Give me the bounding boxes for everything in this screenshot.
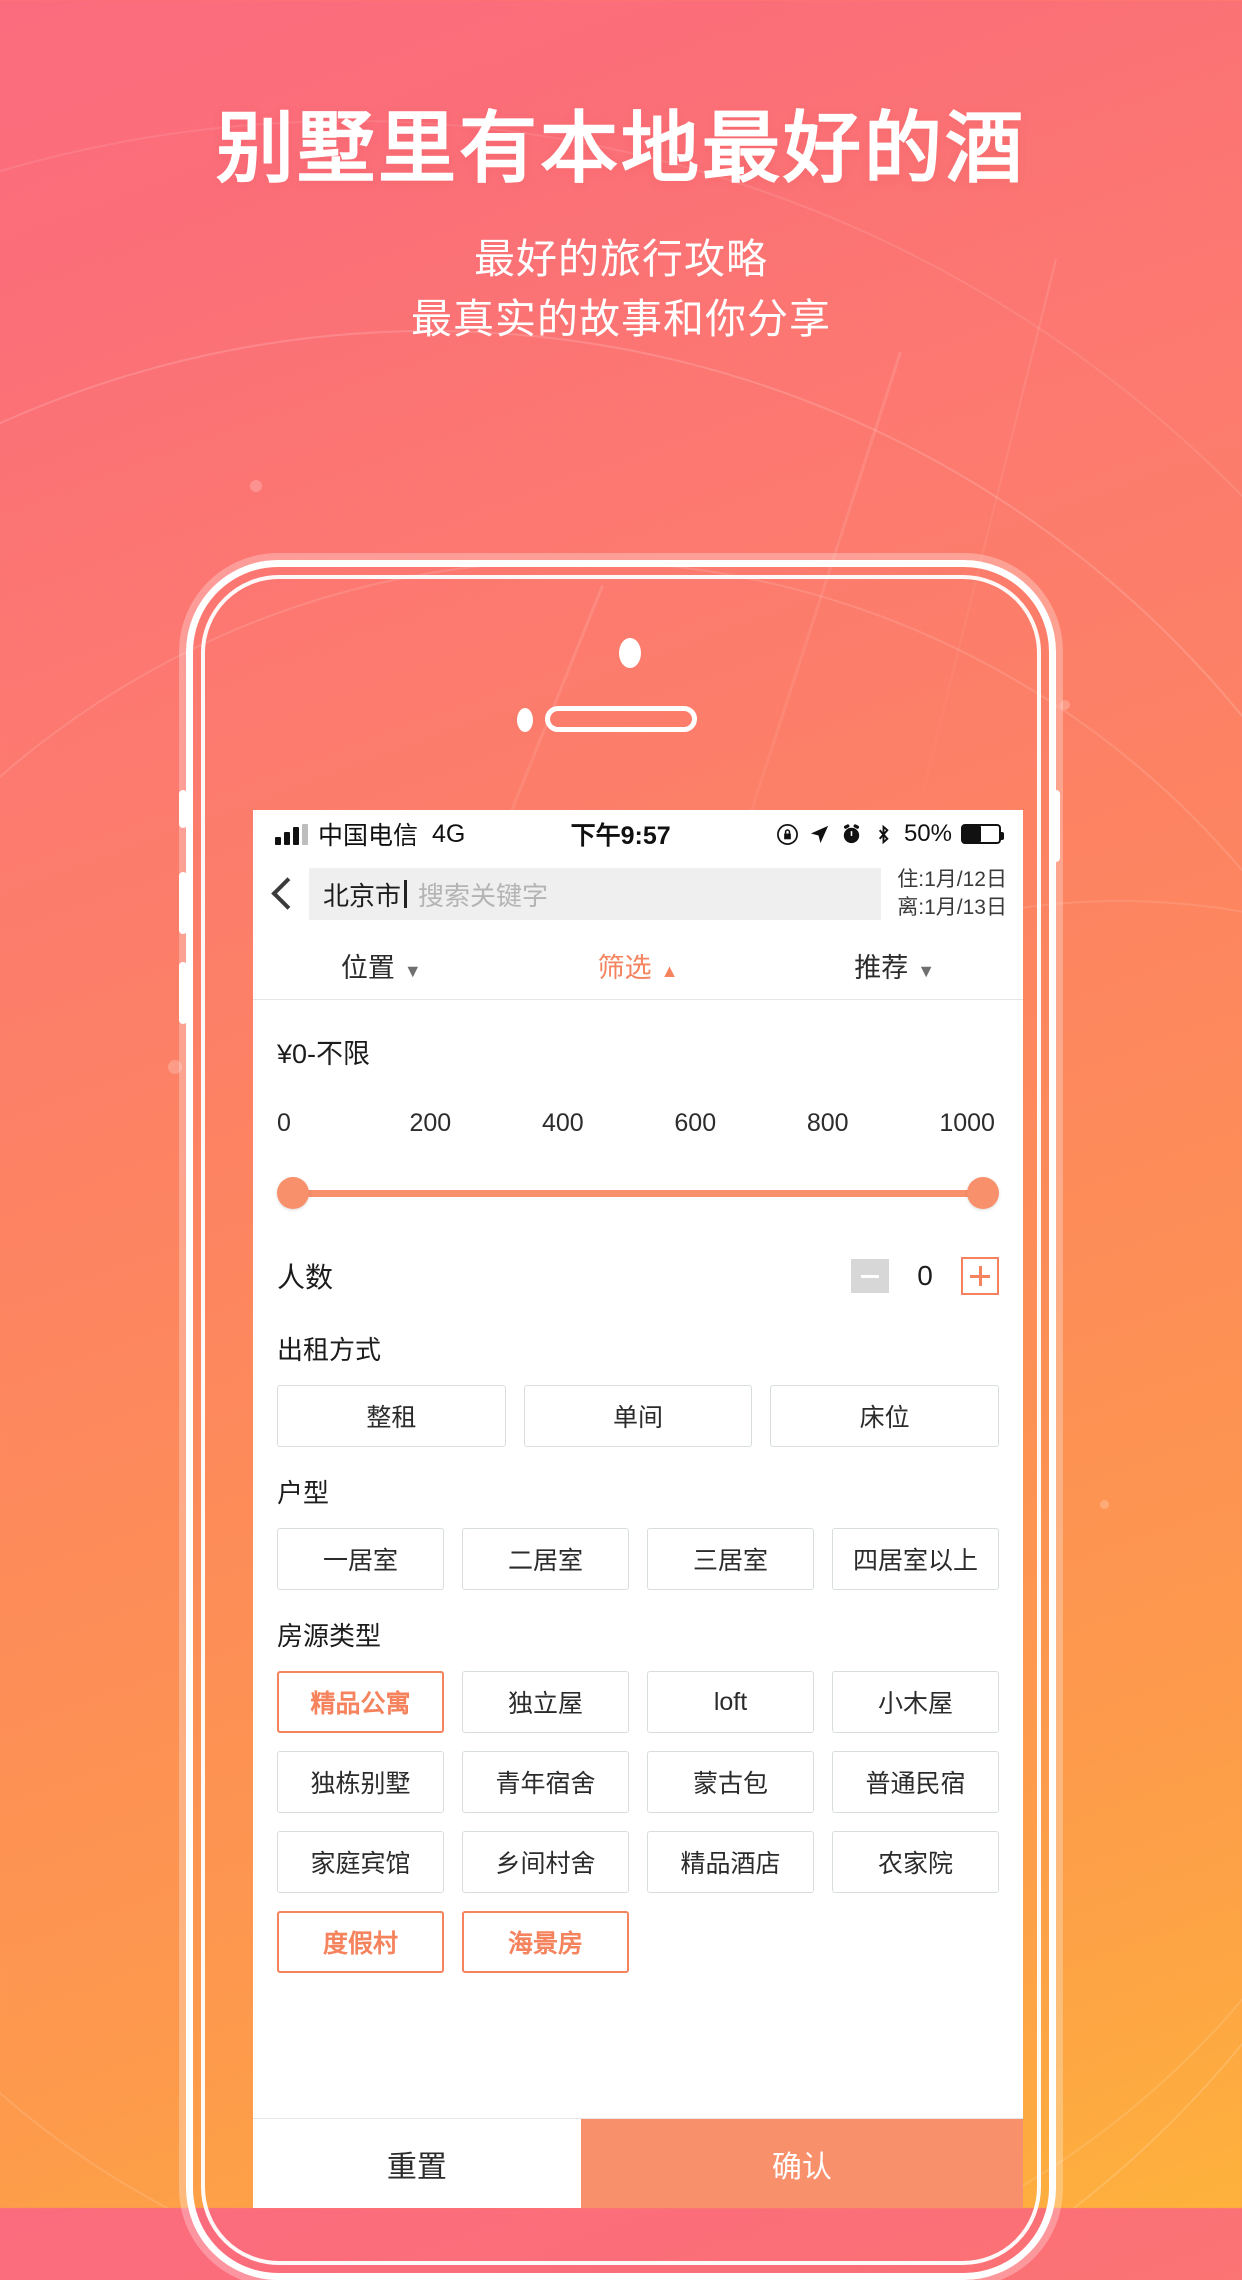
chip-option[interactable]: 海景房 [462,1911,629,1974]
bluetooth-icon [872,823,895,846]
front-camera-icon [619,638,641,668]
hero-text-block: 别墅里有本地最好的酒 最好的旅行攻略 最真实的故事和你分享 [0,104,1242,350]
chip-option[interactable]: 小木屋 [832,1671,999,1734]
battery-percent: 50% [903,820,952,847]
price-tick: 400 [541,1109,584,1138]
price-tick: 1000 [939,1109,995,1138]
plus-icon[interactable] [961,1257,999,1296]
guest-count-label: 人数 [277,1262,334,1294]
price-scale-ticks: 0 200 400 600 800 1000 [277,1109,999,1138]
chip-option[interactable]: 普通民宿 [832,1751,999,1814]
price-tick: 0 [277,1109,291,1138]
search-placeholder: 搜索关键字 [418,880,549,911]
chevron-down-icon: ▼ [917,961,936,982]
power-button [1052,790,1060,862]
reset-button[interactable]: 重置 [253,2119,581,2208]
chip-option[interactable]: 度假村 [277,1911,444,1974]
chip-option[interactable]: 精品酒店 [647,1831,814,1894]
carrier-name: 中国电信 [318,822,419,850]
chip-group-property-type: 精品公寓 独立屋 loft 小木屋 独栋别墅 青年宿舍 蒙古包 普通民宿 家庭宾… [277,1671,999,1974]
tab-location[interactable]: 位置 ▼ [253,946,510,985]
chip-option[interactable]: 青年宿舍 [462,1751,629,1814]
decorative-dot [250,480,262,492]
chip-option[interactable]: 三居室 [647,1528,814,1591]
back-chevron-icon[interactable] [263,872,303,916]
hero-headline: 别墅里有本地最好的酒 [215,104,1026,192]
chip-option[interactable]: 一居室 [277,1528,444,1591]
section-title-rental-type: 出租方式 [277,1335,382,1366]
chip-option[interactable]: 乡间村舍 [462,1831,629,1894]
network-type: 4G [432,819,466,848]
proximity-sensor-icon [517,708,533,732]
text-caret [404,880,408,909]
action-bar: 重置 确认 [253,2118,1023,2208]
chip-group-rental-type: 整租 单间 床位 [277,1385,999,1448]
hero-subtitle-line-2: 最真实的故事和你分享 [411,296,831,343]
chip-option[interactable]: loft [647,1671,814,1734]
status-bar-left: 中国电信 4G [275,816,465,852]
chip-option[interactable]: 独栋别墅 [277,1751,444,1814]
guest-count-row: 人数 0 [277,1256,999,1304]
filter-panel: ¥0-不限 0 200 400 600 800 1000 人数 0 出租方式 整… [253,1000,1023,2208]
app-screen: 中国电信 4G 下午9:57 50% 北京市 搜索关键字 住:1月/12日 离:… [253,810,1023,2208]
location-arrow-icon [808,823,831,846]
price-tick: 200 [409,1109,452,1138]
search-city-value: 北京市 [323,880,402,911]
checkin-date: 住:1月/12日 [897,868,1007,891]
tab-recommend-label: 推荐 [854,953,909,984]
status-bar-time: 下午9:57 [570,822,671,850]
slider-track [291,1189,985,1197]
price-range-slider[interactable] [277,1170,999,1216]
chevron-down-icon: ▼ [403,961,422,982]
alarm-clock-icon [840,823,863,846]
decorative-dot [1060,700,1070,710]
price-range-label: ¥0-不限 [277,1039,371,1070]
status-bar-right: 50% [776,820,1004,848]
guest-count-value: 0 [917,1260,933,1292]
decorative-dot [168,1060,182,1074]
tab-recommend[interactable]: 推荐 ▼ [766,946,1023,985]
tab-filter-label: 筛选 [597,953,652,984]
chevron-up-icon: ▲ [660,961,679,982]
chip-option[interactable]: 整租 [277,1385,506,1448]
chip-option[interactable]: 单间 [523,1385,753,1448]
signal-bars-icon [275,823,308,845]
date-range[interactable]: 住:1月/12日 离:1月/13日 [887,866,1007,922]
chip-option[interactable]: 四居室以上 [832,1528,999,1591]
hero-subtitle: 最好的旅行攻略 最真实的故事和你分享 [0,230,1242,350]
confirm-button[interactable]: 确认 [580,2119,1023,2208]
chip-option[interactable]: 床位 [770,1385,999,1448]
volume-down-button [179,962,187,1024]
price-tick: 600 [674,1109,717,1138]
chip-option[interactable]: 独立屋 [462,1671,629,1734]
chip-option[interactable]: 蒙古包 [647,1751,814,1814]
chip-option[interactable]: 家庭宾馆 [277,1831,444,1894]
volume-up-button [179,872,187,934]
section-title-layout: 户型 [277,1478,330,1509]
chip-option[interactable]: 农家院 [832,1831,999,1894]
chip-option[interactable]: 精品公寓 [277,1671,444,1734]
rotation-lock-icon [776,823,799,846]
filter-tab-bar: 位置 ▼ 筛选 ▲ 推荐 ▼ [253,932,1023,1001]
chip-group-layout: 一居室 二居室 三居室 四居室以上 [277,1528,999,1591]
slider-handle-max[interactable] [967,1177,999,1210]
minus-icon[interactable] [851,1259,889,1294]
section-title-property-type: 房源类型 [277,1621,382,1652]
search-row: 北京市 搜索关键字 住:1月/12日 离:1月/13日 [253,858,1023,932]
earpiece-speaker-icon [545,706,697,732]
tab-location-label: 位置 [340,953,395,984]
hero-subtitle-line-1: 最好的旅行攻略 [474,236,768,283]
search-input[interactable]: 北京市 搜索关键字 [309,868,882,921]
guest-count-stepper: 0 [851,1257,999,1296]
price-tick: 800 [806,1109,849,1138]
mute-switch [179,790,187,828]
chip-option[interactable]: 二居室 [462,1528,629,1591]
status-bar: 中国电信 4G 下午9:57 50% [253,810,1023,858]
slider-handle-min[interactable] [277,1177,309,1210]
battery-icon [961,824,1004,844]
tab-filter[interactable]: 筛选 ▲ [510,946,767,985]
checkout-date: 离:1月/13日 [897,896,1007,920]
decorative-dot [1100,1500,1109,1509]
